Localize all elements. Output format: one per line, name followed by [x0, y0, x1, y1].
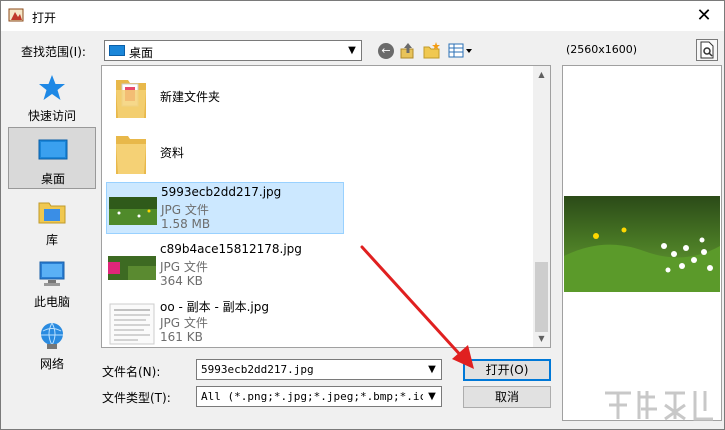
file-type: JPG 文件: [160, 316, 208, 330]
site-watermark-icon: [605, 391, 713, 421]
lookin-value: 桌面: [129, 46, 154, 60]
place-network[interactable]: 网络: [8, 313, 96, 375]
list-item-folder[interactable]: 资料: [106, 126, 344, 178]
place-label: 库: [45, 233, 58, 247]
new-folder-icon: [423, 42, 440, 59]
lookin-dropdown[interactable]: 桌面 ▼: [104, 40, 362, 61]
new-folder-button[interactable]: [422, 41, 442, 61]
image-preview-pane: [562, 65, 722, 421]
place-desktop[interactable]: 桌面: [8, 127, 96, 189]
library-icon: [38, 202, 66, 224]
file-name: 5993ecb2dd217.jpg: [161, 185, 282, 199]
place-this-pc[interactable]: 此电脑: [8, 251, 96, 313]
file-list[interactable]: 新建文件夹 资料 5993ecb2dd217.jpg JPG 文件 1.58 M…: [101, 65, 551, 348]
desktop-icon: [38, 139, 68, 160]
file-name: 资料: [160, 146, 185, 160]
file-type: JPG 文件: [161, 203, 209, 217]
list-item-file[interactable]: c89b4ace15812178.jpg JPG 文件 364 KB: [106, 240, 344, 292]
chevron-down-icon: ▼: [423, 387, 441, 406]
place-label: 网络: [39, 357, 64, 371]
file-size: 364 KB: [160, 274, 203, 288]
scroll-up-icon[interactable]: ▲: [533, 66, 550, 83]
window-title: 打开: [32, 11, 57, 25]
chevron-down-icon[interactable]: ▼: [423, 360, 441, 379]
scrollbar-thumb[interactable]: [535, 262, 548, 332]
list-item-file[interactable]: oo - 副本 - 副本.jpg JPG 文件 161 KB: [106, 296, 344, 347]
up-folder-button[interactable]: [398, 41, 418, 61]
lookin-label: 查找范围(I):: [21, 45, 86, 59]
filetype-value: All (*.png;*.jpg;*.jpeg;*.bmp;*.ico;*: [201, 390, 423, 403]
places-bar: 快速访问 桌面 库 此电脑 网络: [8, 65, 98, 381]
scroll-down-icon[interactable]: ▼: [533, 330, 550, 347]
file-type: JPG 文件: [160, 260, 208, 274]
place-label: 此电脑: [33, 295, 70, 309]
list-item-file-selected[interactable]: 5993ecb2dd217.jpg JPG 文件 1.58 MB: [106, 182, 344, 234]
filename-label: 文件名(N):: [102, 365, 161, 379]
place-quick-access[interactable]: 快速访问: [8, 65, 96, 127]
place-label: 快速访问: [27, 109, 76, 123]
desktop-mini-icon: [109, 45, 125, 56]
file-size: 1.58 MB: [161, 217, 211, 231]
open-button[interactable]: 打开(O): [463, 359, 551, 381]
place-library[interactable]: 库: [8, 189, 96, 251]
chevron-down-icon: ▼: [348, 45, 356, 56]
cancel-button[interactable]: 取消: [463, 386, 551, 408]
back-button[interactable]: ←: [376, 41, 396, 61]
folder-icon: [116, 136, 146, 174]
view-menu-button[interactable]: [447, 41, 473, 61]
file-name: 新建文件夹: [160, 90, 221, 104]
title-bar[interactable]: 打开 ✕: [1, 1, 724, 31]
grass-preview-image: [564, 196, 720, 292]
place-label: 桌面: [40, 172, 65, 186]
file-list-scrollbar[interactable]: ▲ ▼: [533, 66, 550, 347]
image-thumbnail-icon: [108, 256, 156, 280]
filename-input[interactable]: 5993ecb2dd217.jpg ▼: [196, 359, 442, 380]
network-icon: [41, 322, 63, 349]
preview-icon: [700, 41, 714, 59]
list-item-folder[interactable]: 新建文件夹: [106, 70, 344, 122]
up-folder-icon: [400, 43, 414, 59]
file-name: c89b4ace15812178.jpg: [160, 242, 302, 256]
filetype-dropdown[interactable]: All (*.png;*.jpg;*.jpeg;*.bmp;*.ico;* ▼: [196, 386, 442, 407]
computer-icon: [39, 261, 65, 286]
preview-toggle-button[interactable]: [696, 39, 718, 61]
filename-value: 5993ecb2dd217.jpg: [201, 363, 314, 376]
file-name: oo - 副本 - 副本.jpg: [160, 300, 269, 314]
preview-size-label: (2560x1600): [566, 43, 638, 56]
app-icon: [8, 8, 24, 22]
star-icon: [39, 75, 65, 100]
view-grid-icon: [448, 43, 472, 58]
grass-thumbnail-icon: [109, 197, 157, 225]
file-size: 161 KB: [160, 330, 203, 344]
close-button[interactable]: ✕: [684, 1, 724, 31]
folder-icon: [116, 80, 146, 118]
filetype-label: 文件类型(T):: [102, 391, 171, 405]
document-thumbnail-icon: [109, 303, 155, 345]
open-file-dialog: 打开 ✕ 查找范围(I): 桌面 ▼ ← (2560x1600) 快速访问 桌面…: [0, 0, 725, 430]
back-arrow-icon: ←: [378, 43, 394, 59]
